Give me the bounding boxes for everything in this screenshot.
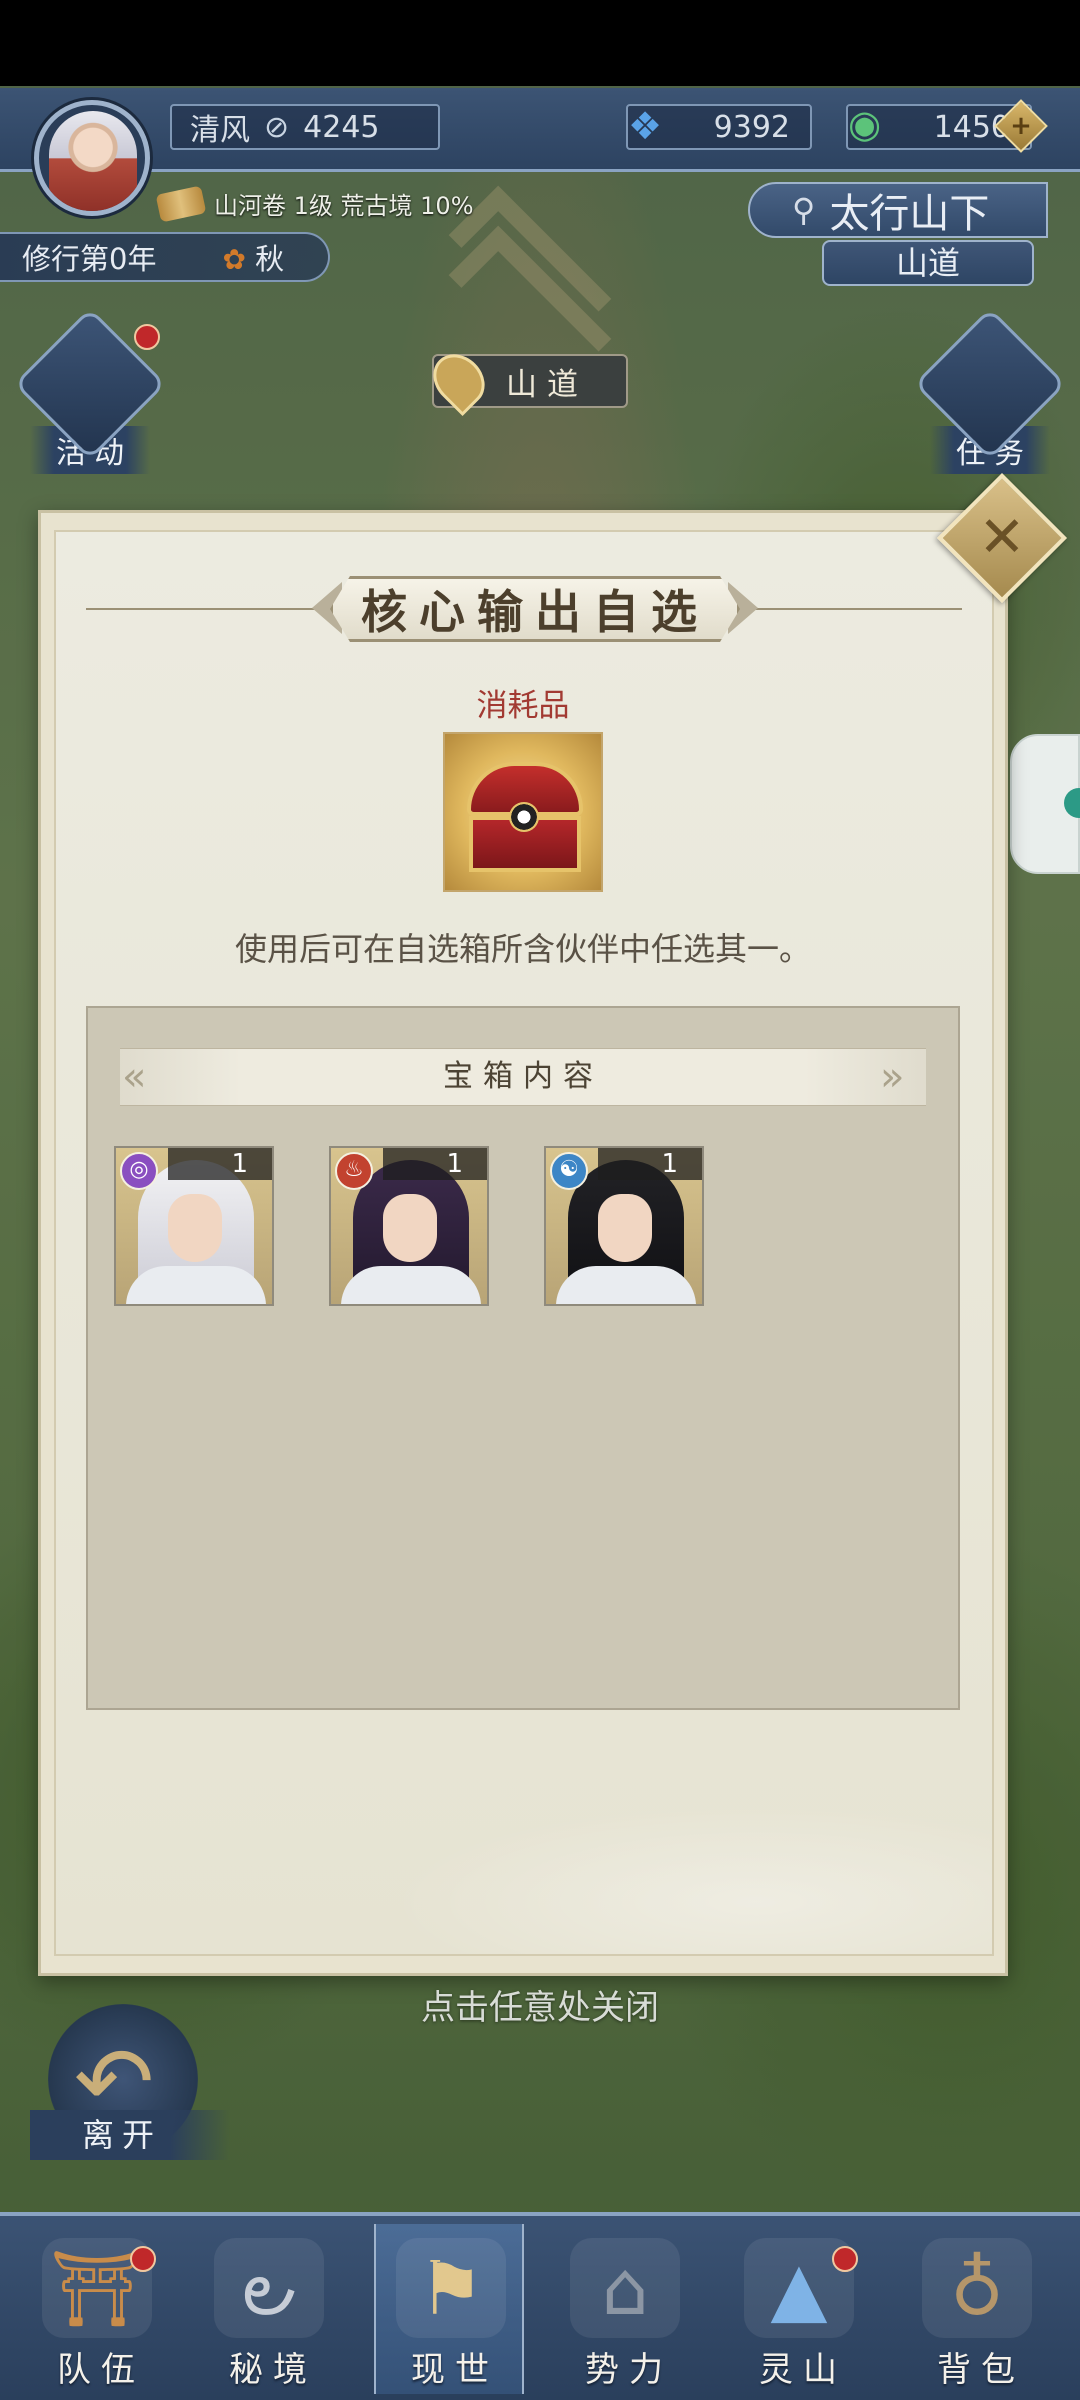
treasure-chest-icon: [443, 732, 603, 892]
nav-team-label: 队伍: [57, 2350, 145, 2390]
nav-backpack-label: 背包: [937, 2350, 1025, 2390]
maple-leaf-icon: ✿: [222, 243, 246, 276]
nav-secret-realm-label: 秘境: [229, 2350, 317, 2390]
hero-card[interactable]: 1 ◎: [114, 1146, 274, 1306]
location-pin-icon: ⚲: [792, 191, 816, 229]
arrow-right-decoration-icon: »: [880, 1054, 905, 1100]
arrow-left-decoration-icon: «: [122, 1054, 147, 1100]
player-name: 清风: [190, 113, 250, 148]
notification-dot: [134, 324, 160, 350]
chest-contents-header: 宝箱内容: [120, 1048, 926, 1106]
avatar-portrait: [49, 111, 137, 211]
title-divider: [86, 608, 336, 610]
chest-contents-panel: [86, 1006, 960, 1710]
nav-secret-realm[interactable]: ౿ 秘境: [194, 2224, 344, 2394]
hero-portrait: [598, 1194, 652, 1262]
map-scroll-icon: ⚑: [417, 2246, 485, 2332]
title-divider: [734, 608, 962, 610]
power-icon: ⊘: [264, 109, 290, 145]
assistant-icon: [1064, 788, 1080, 818]
swirl-icon: ౿: [241, 2246, 297, 2332]
location-title: 太行山下: [829, 191, 990, 237]
location-banner[interactable]: ⚲ 太行山下: [748, 182, 1048, 238]
cultivation-year: 修行第0年: [22, 242, 157, 276]
hero-card[interactable]: 1 ☯: [544, 1146, 704, 1306]
fire-element-icon: ♨: [335, 1152, 373, 1190]
player-avatar[interactable]: [34, 100, 150, 216]
hero-count: 1: [598, 1148, 702, 1180]
season-label: 秋: [255, 242, 285, 276]
pouch-icon: ♁: [949, 2246, 1005, 2332]
activity-button[interactable]: 活动: [13, 307, 167, 474]
item-description: 使用后可在自选箱所含伙伴中任选其一。: [234, 930, 811, 968]
jade-coin-icon: ◉: [848, 102, 882, 146]
location-subtitle: 山道: [822, 240, 1034, 286]
vortex-element-icon: ◎: [120, 1152, 158, 1190]
road-sign-label: 山道: [506, 366, 588, 403]
realm-progress[interactable]: 山河卷 1级 荒古境 10%: [155, 185, 474, 222]
yin-yang-lock-icon: [509, 802, 539, 832]
notification-dot: [130, 2246, 156, 2272]
floating-edge-tab[interactable]: [1010, 734, 1080, 874]
nav-spirit-mountain-label: 灵山: [759, 2350, 847, 2390]
leave-button[interactable]: ↶ 离开: [30, 2004, 240, 2174]
crystal-icon: ❖: [628, 104, 663, 148]
nav-world[interactable]: ⚑ 现世: [374, 2224, 524, 2394]
hero-count: 1: [168, 1148, 272, 1180]
nav-faction-label: 势力: [585, 2350, 673, 2390]
leave-label: 离开: [30, 2110, 230, 2160]
hero-portrait: [383, 1194, 437, 1262]
scroll-icon: [155, 185, 207, 222]
task-button[interactable]: 任务: [913, 307, 1067, 474]
item-category: 消耗品: [476, 688, 570, 724]
hero-card[interactable]: 1 ♨: [329, 1146, 489, 1306]
realm-text: 山河卷 1级 荒古境 10%: [214, 192, 474, 220]
nav-backpack[interactable]: ♁ 背包: [902, 2224, 1052, 2394]
plus-icon: +: [1010, 111, 1032, 141]
currency-crystal-value: 9392: [713, 109, 790, 145]
notification-dot: [832, 2246, 858, 2272]
cultivation-year-bar: 修行第0年 ✿ 秋: [0, 232, 330, 282]
hero-count: 1: [383, 1148, 487, 1180]
nav-faction[interactable]: ⌂ 势力: [550, 2224, 700, 2394]
nav-world-label: 现世: [411, 2350, 499, 2390]
player-name-plate[interactable]: 清风 ⊘ 4245: [170, 104, 440, 150]
close-icon: ✕: [978, 505, 1026, 570]
power-value: 4245: [303, 109, 380, 145]
hero-portrait: [168, 1194, 222, 1262]
pavilion-icon: ⌂: [601, 2246, 649, 2332]
modal-title: 核心输出自选: [330, 576, 740, 642]
water-element-icon: ☯: [550, 1152, 588, 1190]
